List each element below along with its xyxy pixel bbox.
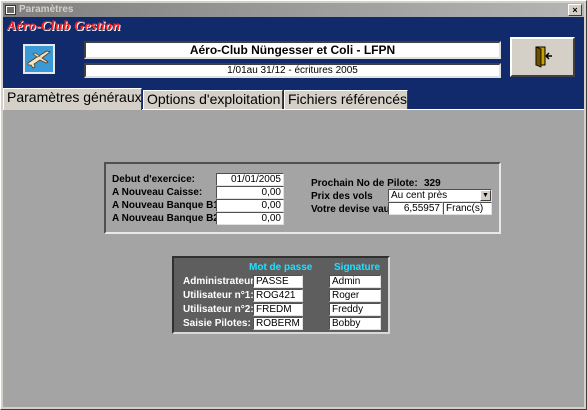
devise-value-field[interactable]: 6,55957 <box>388 202 443 215</box>
saisie-signature-field[interactable]: Bobby <box>329 317 381 330</box>
exit-button[interactable] <box>510 37 575 77</box>
pilote-label: Prochain No de Pilote: <box>311 178 418 189</box>
nouveau-banque1-field[interactable]: 0,00 <box>216 199 284 212</box>
tab-content: Debut d'exercice: 01/01/2005 A Nouveau C… <box>3 109 584 407</box>
close-button[interactable]: × <box>568 4 582 16</box>
prix-vols-select[interactable]: Au cent près ▼ <box>388 189 492 202</box>
password-column-header: Mot de passe <box>249 262 313 273</box>
user1-signature-field[interactable]: Roger <box>329 289 381 302</box>
general-settings-panel: Debut d'exercice: 01/01/2005 A Nouveau C… <box>104 162 501 234</box>
banque2-label: A Nouveau Banque B2: <box>112 213 223 224</box>
chevron-down-icon[interactable]: ▼ <box>480 190 491 201</box>
user1-label: Utilisateur n°1: <box>183 290 254 301</box>
prix-label: Prix des vols <box>311 191 373 202</box>
user2-password-field[interactable]: FREDM <box>253 303 303 316</box>
admin-label: Administrateur: <box>183 276 258 287</box>
pilote-number: 329 <box>424 178 441 189</box>
brand-title: Aéro-Club Gestion <box>7 19 121 34</box>
banque1-label: A Nouveau Banque B1: <box>112 200 223 211</box>
tab-strip: Paramètres généraux Options d'exploitati… <box>3 87 584 110</box>
debut-label: Debut d'exercice: <box>112 174 195 185</box>
app-header: Aéro-Club Gestion Aéro-Club Nüngesser et… <box>3 17 584 87</box>
user2-signature-field[interactable]: Freddy <box>329 303 381 316</box>
saisie-pilotes-label: Saisie Pilotes: <box>183 318 251 329</box>
nouveau-caisse-field[interactable]: 0,00 <box>216 186 284 199</box>
tab-options-exploitation[interactable]: Options d'exploitation <box>143 90 283 109</box>
user1-password-field[interactable]: ROG421 <box>253 289 303 302</box>
prix-vols-value: Au cent près <box>391 190 448 201</box>
nouveau-banque2-field[interactable]: 0,00 <box>216 212 284 225</box>
tab-parametres-generaux[interactable]: Paramètres généraux <box>3 88 142 110</box>
saisie-password-field[interactable]: ROBERM <box>253 317 303 330</box>
airplane-icon <box>23 44 55 74</box>
title-bar: Paramètres × <box>3 3 584 17</box>
security-panel: Mot de passe Signature Administrateur: P… <box>172 256 390 334</box>
user2-label: Utilisateur n°2: <box>183 304 254 315</box>
devise-unit-field[interactable]: Franc(s) <box>443 202 492 215</box>
admin-signature-field[interactable]: Admin <box>329 275 381 288</box>
window-title: Paramètres <box>19 4 74 15</box>
exit-door-icon <box>535 46 552 68</box>
admin-password-field[interactable]: PASSE <box>253 275 303 288</box>
tab-fichiers-references[interactable]: Fichiers référencés <box>284 90 408 109</box>
caisse-label: A Nouveau Caisse: <box>112 187 203 198</box>
devise-label: Votre devise vaut <box>311 204 394 215</box>
club-name-field: Aéro-Club Nüngesser et Coli - LFPN <box>84 41 501 59</box>
signature-column-header: Signature <box>334 262 381 273</box>
access-form-icon <box>5 5 16 15</box>
parametres-window: Paramètres × Aéro-Club Gestion Aéro-Club… <box>0 0 587 410</box>
period-field: 1/01au 31/12 - écritures 2005 <box>84 63 501 78</box>
debut-exercice-field[interactable]: 01/01/2005 <box>216 173 284 186</box>
